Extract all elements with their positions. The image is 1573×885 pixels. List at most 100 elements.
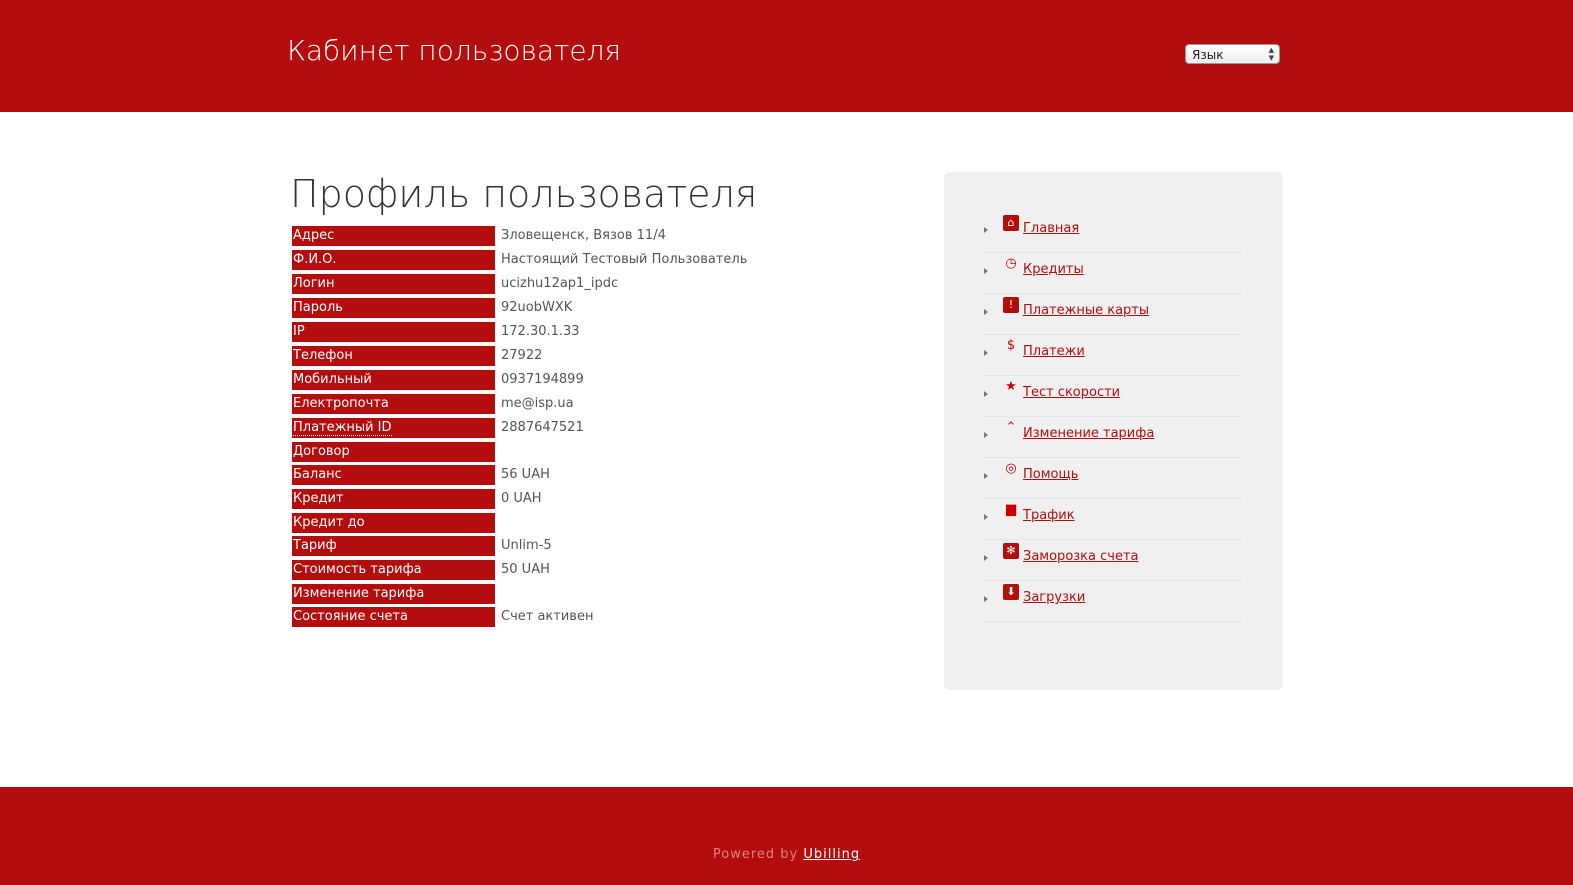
- bullet-icon: [984, 227, 988, 233]
- clock-icon: ◷: [1005, 256, 1017, 271]
- profile-label: Електропочта: [292, 394, 495, 414]
- profile-row: Телефон 27922: [292, 346, 747, 370]
- sidebar-link[interactable]: ⬇ Загрузки: [1003, 584, 1086, 606]
- profile-value: [495, 584, 501, 607]
- sidebar: ⌂ Главная ◷ Кредиты! Платежные карты $ Платежи…: [944, 172, 1283, 690]
- profile-row: IP 172.30.1.33: [292, 322, 747, 346]
- profile-label-text: Договор: [293, 444, 350, 459]
- home-icon: ⌂: [1003, 215, 1019, 231]
- sidebar-link[interactable]: ▆ Трафик: [1003, 502, 1075, 524]
- sidebar-item: ▆ Трафик: [984, 499, 1241, 540]
- sidebar-link-label: Главная: [1023, 221, 1080, 236]
- profile-row: Логин ucizhu12ap1_ipdc: [292, 274, 747, 298]
- ubilling-link[interactable]: Ubilling: [803, 847, 860, 862]
- arrow-up-circle-icon: ⌃: [1005, 420, 1017, 435]
- profile-label: Адрес: [292, 226, 495, 246]
- sidebar-menu: ⌂ Главная ◷ Кредиты! Платежные карты $ Платежи…: [984, 212, 1241, 622]
- powered-by-text: Powered by: [712, 847, 799, 862]
- profile-label-text: Платежный ID: [293, 420, 392, 436]
- profile-label-text: Телефон: [293, 348, 353, 363]
- profile-label-text: Електропочта: [293, 396, 389, 411]
- profile-label: Договор: [292, 442, 495, 462]
- profile-label: Баланс: [292, 465, 495, 485]
- profile-label-text: Кредит: [293, 491, 344, 506]
- sidebar-item: $ Платежи: [984, 335, 1241, 376]
- profile-row: Баланс 56 UAH: [292, 465, 747, 489]
- sidebar-link[interactable]: ⌃ Изменение тарифа: [1003, 420, 1155, 442]
- profile-value: Настоящий Тестовый Пользователь: [501, 252, 748, 267]
- profile-label-text: Изменение тарифа: [293, 586, 425, 601]
- profile-label: Телефон: [292, 346, 495, 366]
- profile-row: Електропочта me@isp.ua: [292, 394, 747, 418]
- powered-by: Powered by Ubilling: [0, 847, 1573, 862]
- sidebar-link-label: Тест скорости: [1023, 385, 1121, 400]
- sidebar-link[interactable]: $ Платежи: [1003, 338, 1085, 360]
- profile-row: Стоимость тарифа 50 UAH: [292, 560, 747, 584]
- profile-row: Кредит 0 UAH: [292, 489, 747, 513]
- bullet-icon: [984, 473, 988, 479]
- profile-row: Пароль 92uobWXK: [292, 298, 747, 322]
- profile-value: Зловещенск, Вязов 11/4: [501, 228, 666, 243]
- profile-table: Адрес Зловещенск, Вязов 11/4 Ф.И.О. Настоящ…: [292, 226, 747, 631]
- profile-label: Кредит до: [292, 513, 495, 533]
- language-select[interactable]: Язык ▲ ▼: [1185, 44, 1280, 64]
- bar-chart-icon: ▆: [1006, 502, 1016, 517]
- profile-label: Платежный ID: [292, 418, 495, 438]
- profile-label: Состояние счета: [292, 607, 495, 627]
- sidebar-link-label: Заморозка счета: [1023, 549, 1139, 564]
- profile-row: Состояние счета Счет активен: [292, 607, 747, 631]
- profile-label: Мобильный: [292, 370, 495, 390]
- sidebar-link-label: Изменение тарифа: [1023, 426, 1155, 441]
- sidebar-link[interactable]: ◷ Кредиты: [1003, 256, 1084, 278]
- profile-label-text: Состояние счета: [293, 609, 408, 624]
- profile-value: Счет активен: [501, 609, 594, 624]
- profile-label: Тариф: [292, 536, 495, 556]
- profile-value: ucizhu12ap1_ipdc: [501, 276, 619, 291]
- sidebar-link-label: Загрузки: [1023, 590, 1086, 605]
- exclamation-icon: !: [1003, 297, 1019, 313]
- language-select-value: Язык: [1192, 48, 1224, 62]
- lifebuoy-icon: ◎: [1005, 461, 1017, 476]
- profile-value: [495, 513, 501, 536]
- profile-label-text: Кредит до: [293, 515, 365, 530]
- sidebar-item: ★ Тест скорости: [984, 376, 1241, 417]
- profile-value: [495, 442, 501, 465]
- bullet-icon: [984, 555, 988, 561]
- sidebar-link[interactable]: ◎ Помощь: [1003, 461, 1079, 483]
- profile-value: 2887647521: [501, 420, 584, 435]
- profile-value: 0 UAH: [501, 491, 542, 506]
- profile-label-text: Пароль: [293, 300, 343, 315]
- profile-label-text: IP: [293, 324, 305, 339]
- sidebar-link-label: Кредиты: [1023, 262, 1084, 277]
- sidebar-link-label: Помощь: [1023, 467, 1079, 482]
- profile-row: Изменение тарифа: [292, 584, 747, 607]
- profile-label: Пароль: [292, 298, 495, 318]
- profile-row: Мобильный 0937194899: [292, 370, 747, 394]
- profile-label-text: Логин: [293, 276, 335, 291]
- profile-label-text: Мобильный: [293, 372, 372, 387]
- sidebar-link-label: Платежные карты: [1023, 303, 1150, 318]
- bullet-icon: [984, 391, 988, 397]
- sidebar-item: ! Платежные карты: [984, 294, 1241, 335]
- sidebar-link-label: Трафик: [1023, 508, 1075, 523]
- profile-label: Стоимость тарифа: [292, 560, 495, 580]
- profile-row: Тариф Unlim-5: [292, 536, 747, 560]
- profile-row: Платежный ID 2887647521: [292, 418, 747, 442]
- download-icon: ⬇: [1003, 584, 1019, 600]
- profile-value: 0937194899: [501, 372, 584, 387]
- footer: Powered by Ubilling: [0, 787, 1573, 885]
- header: Кабинет пользователя Язык ▲ ▼: [0, 0, 1573, 112]
- sidebar-link[interactable]: ✻ Заморозка счета: [1003, 543, 1139, 565]
- sidebar-link[interactable]: ★ Тест скорости: [1003, 379, 1121, 401]
- profile-row: Адрес Зловещенск, Вязов 11/4: [292, 226, 747, 250]
- bullet-icon: [984, 432, 988, 438]
- profile-label: Кредит: [292, 489, 495, 509]
- sidebar-link[interactable]: ! Платежные карты: [1003, 297, 1150, 319]
- profile-label-text: Ф.И.О.: [293, 252, 337, 267]
- sidebar-item: ⌃ Изменение тарифа: [984, 417, 1241, 458]
- profile-row: Договор: [292, 442, 747, 465]
- sidebar-link[interactable]: ⌂ Главная: [1003, 215, 1080, 237]
- page-title: Профиль пользователя: [290, 172, 758, 216]
- bullet-icon: [984, 350, 988, 356]
- snowflake-icon: ✻: [1003, 543, 1019, 559]
